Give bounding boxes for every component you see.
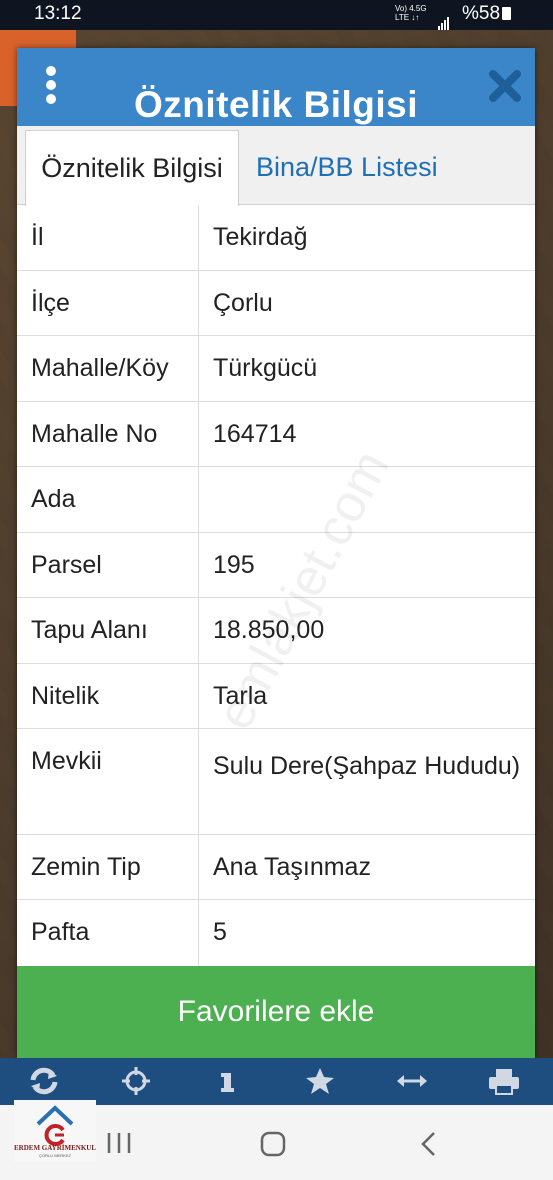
- info-icon[interactable]: [211, 1066, 245, 1096]
- row-value: Ana Taşınmaz: [213, 853, 371, 881]
- table-row: İlçe Çorlu: [17, 271, 535, 336]
- measure-icon[interactable]: [395, 1066, 429, 1096]
- status-time: 13:12: [34, 3, 82, 24]
- row-key: Zemin Tip: [17, 835, 199, 899]
- back-icon[interactable]: [420, 1131, 438, 1157]
- add-to-favorites-button[interactable]: Favorilere ekle: [17, 966, 535, 1058]
- table-row: Mahalle/Köy Türkgücü: [17, 336, 535, 402]
- recent-apps-icon[interactable]: [106, 1131, 132, 1155]
- table-row: Tapu Alanı 18.850,00: [17, 598, 535, 664]
- row-value: 164714: [213, 420, 297, 448]
- row-key: Nitelik: [17, 664, 199, 728]
- bottom-toolbar: [0, 1058, 553, 1105]
- status-bar: 13:12 Vo) 4.5G LTE ↓↑ %58: [0, 0, 553, 30]
- row-key: Mevkii: [17, 729, 199, 834]
- row-key: İl: [17, 205, 199, 270]
- attribute-table: İl Tekirdağ İlçe Çorlu Mahalle/Köy Türkg…: [17, 205, 535, 966]
- battery-indicator: %58: [462, 3, 512, 25]
- print-icon[interactable]: [487, 1066, 521, 1096]
- row-value: [199, 467, 535, 532]
- battery-icon: [502, 7, 512, 20]
- table-row: Parsel 195: [17, 533, 535, 598]
- signal-icon: [438, 8, 450, 30]
- row-value: Tekirdağ: [213, 223, 308, 251]
- table-row: Nitelik Tarla: [17, 664, 535, 729]
- refresh-icon[interactable]: [27, 1066, 61, 1096]
- close-icon[interactable]: [487, 68, 523, 104]
- dialog-header: Öznitelik Bilgisi: [17, 48, 535, 126]
- row-key: Mahalle/Köy: [17, 336, 199, 401]
- table-row: Mahalle No 164714: [17, 402, 535, 467]
- row-value: Çorlu: [213, 289, 273, 317]
- tab-building-list[interactable]: Bina/BB Listesi: [256, 130, 438, 204]
- network-indicator: Vo) 4.5G LTE ↓↑: [395, 4, 427, 22]
- row-value: Türkgücü: [213, 354, 318, 382]
- table-row: Mevkii Sulu Dere(Şahpaz Hududu): [17, 729, 535, 835]
- attribute-dialog: Öznitelik Bilgisi Öznitelik Bilgisi Bina…: [17, 48, 535, 1058]
- row-value: 195: [213, 551, 255, 579]
- table-row: Pafta 5: [17, 900, 535, 966]
- battery-level: %58: [462, 3, 501, 24]
- table-row: İl Tekirdağ: [17, 205, 535, 271]
- table-row: Zemin Tip Ana Taşınmaz: [17, 835, 535, 900]
- row-key: Tapu Alanı: [17, 598, 199, 663]
- row-key: Ada: [17, 467, 199, 532]
- logo-subtitle: ÇORLU MERKEZ: [39, 1153, 71, 1158]
- row-value: Tarla: [213, 682, 268, 710]
- tab-attribute-info[interactable]: Öznitelik Bilgisi: [25, 130, 239, 206]
- crosshair-icon[interactable]: [119, 1066, 153, 1096]
- row-value: Sulu Dere(Şahpaz Hududu): [213, 752, 521, 780]
- network-bottom: LTE ↓↑: [395, 13, 420, 22]
- table-row: Ada: [17, 467, 535, 533]
- tab-bar: Öznitelik Bilgisi Bina/BB Listesi: [17, 126, 535, 206]
- row-value: 18.850,00: [213, 616, 325, 644]
- row-key: Mahalle No: [17, 402, 199, 466]
- star-icon[interactable]: [303, 1066, 337, 1096]
- logo-name: ERDEM GAYRİMENKUL: [14, 1144, 96, 1152]
- row-key: Pafta: [17, 900, 199, 966]
- row-value: 5: [213, 918, 227, 946]
- row-key: Parsel: [17, 533, 199, 597]
- dialog-title: Öznitelik Bilgisi: [134, 84, 418, 125]
- row-key: İlçe: [17, 271, 199, 335]
- network-top: Vo) 4.5G: [395, 4, 427, 13]
- home-icon[interactable]: [260, 1131, 286, 1157]
